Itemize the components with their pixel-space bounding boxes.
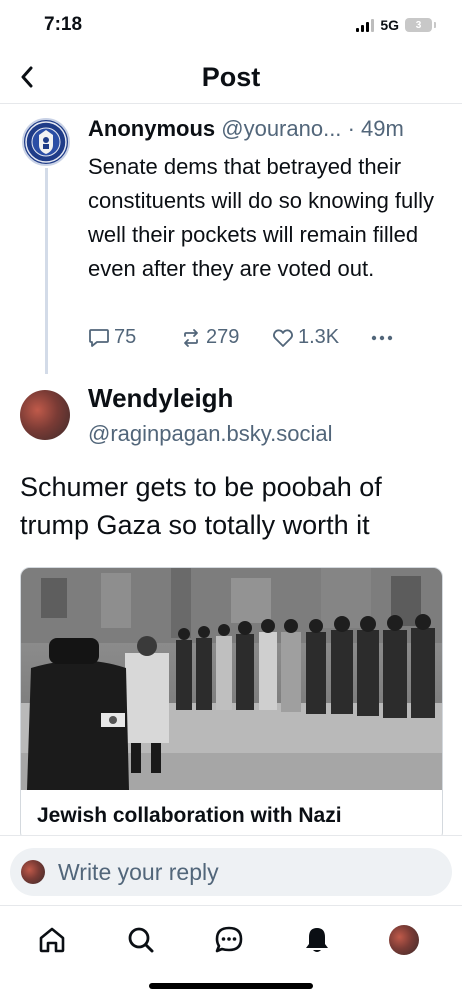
heart-icon: [273, 328, 293, 347]
reply-count: 75: [114, 326, 137, 348]
header: Post: [0, 52, 462, 104]
status-indicators: 5G 3: [356, 17, 436, 33]
tab-profile[interactable]: [384, 920, 424, 960]
author-handle[interactable]: @yourano...: [221, 116, 341, 141]
like-count: 1.3K: [298, 326, 340, 348]
avatar: [21, 860, 45, 884]
embed-image: [21, 568, 442, 790]
battery-icon: 3: [405, 18, 436, 32]
post-meta: Anonymous @yourano... · 49m: [88, 116, 404, 142]
author-handle[interactable]: @raginpagan.bsky.social: [88, 421, 333, 447]
reply-placeholder: Write your reply: [58, 858, 219, 885]
tab-chat[interactable]: [209, 920, 249, 960]
signal-icon: [356, 18, 375, 32]
reply-bar: Write your reply: [0, 835, 462, 905]
post-actions: 75 279 1.3K: [88, 326, 394, 349]
embed-title: Jewish collaboration with Nazi: [37, 804, 342, 827]
reply-icon: [89, 328, 109, 347]
author-name[interactable]: Anonymous: [88, 116, 215, 141]
avatar[interactable]: [22, 118, 70, 166]
author-name[interactable]: Wendyleigh: [88, 383, 233, 414]
more-options-button[interactable]: [370, 334, 394, 342]
tab-notifications[interactable]: [297, 920, 337, 960]
main-post-author[interactable]: Wendyleigh @raginpagan.bsky.social: [0, 380, 462, 450]
network-label: 5G: [380, 17, 399, 33]
link-embed-card[interactable]: Jewish collaboration with Nazi: [20, 567, 443, 842]
reply-button[interactable]: 75: [88, 326, 180, 349]
home-indicator: [149, 983, 313, 989]
bell-icon: [306, 928, 328, 952]
post-text: Senate dems that betrayed their constitu…: [88, 154, 435, 281]
battery-level: 3: [415, 19, 422, 31]
like-button[interactable]: 1.3K: [272, 326, 370, 349]
tab-search[interactable]: [121, 920, 161, 960]
status-bar: 7:18 5G 3: [0, 0, 462, 52]
profile-avatar: [389, 925, 419, 955]
ellipsis-icon: [371, 335, 393, 340]
seal-icon: [25, 121, 67, 163]
status-time: 7:18: [44, 14, 83, 35]
tab-bar: [0, 905, 462, 975]
avatar[interactable]: [20, 390, 70, 440]
repost-button[interactable]: 279: [180, 326, 272, 349]
tab-home[interactable]: [32, 920, 72, 960]
repost-icon: [184, 328, 198, 347]
parent-post[interactable]: Anonymous @yourano... · 49m Senate dems …: [0, 104, 462, 374]
post-text: Schumer gets to be poobah of trump Gaza …: [20, 472, 382, 540]
post-age: · 49m: [347, 116, 404, 141]
home-icon: [39, 927, 65, 953]
search-icon: [128, 927, 154, 953]
chat-icon: [215, 926, 243, 953]
reply-input[interactable]: Write your reply: [10, 848, 452, 896]
page-title: Post: [201, 62, 261, 92]
thread-line: [45, 168, 48, 374]
repost-count: 279: [206, 326, 240, 348]
